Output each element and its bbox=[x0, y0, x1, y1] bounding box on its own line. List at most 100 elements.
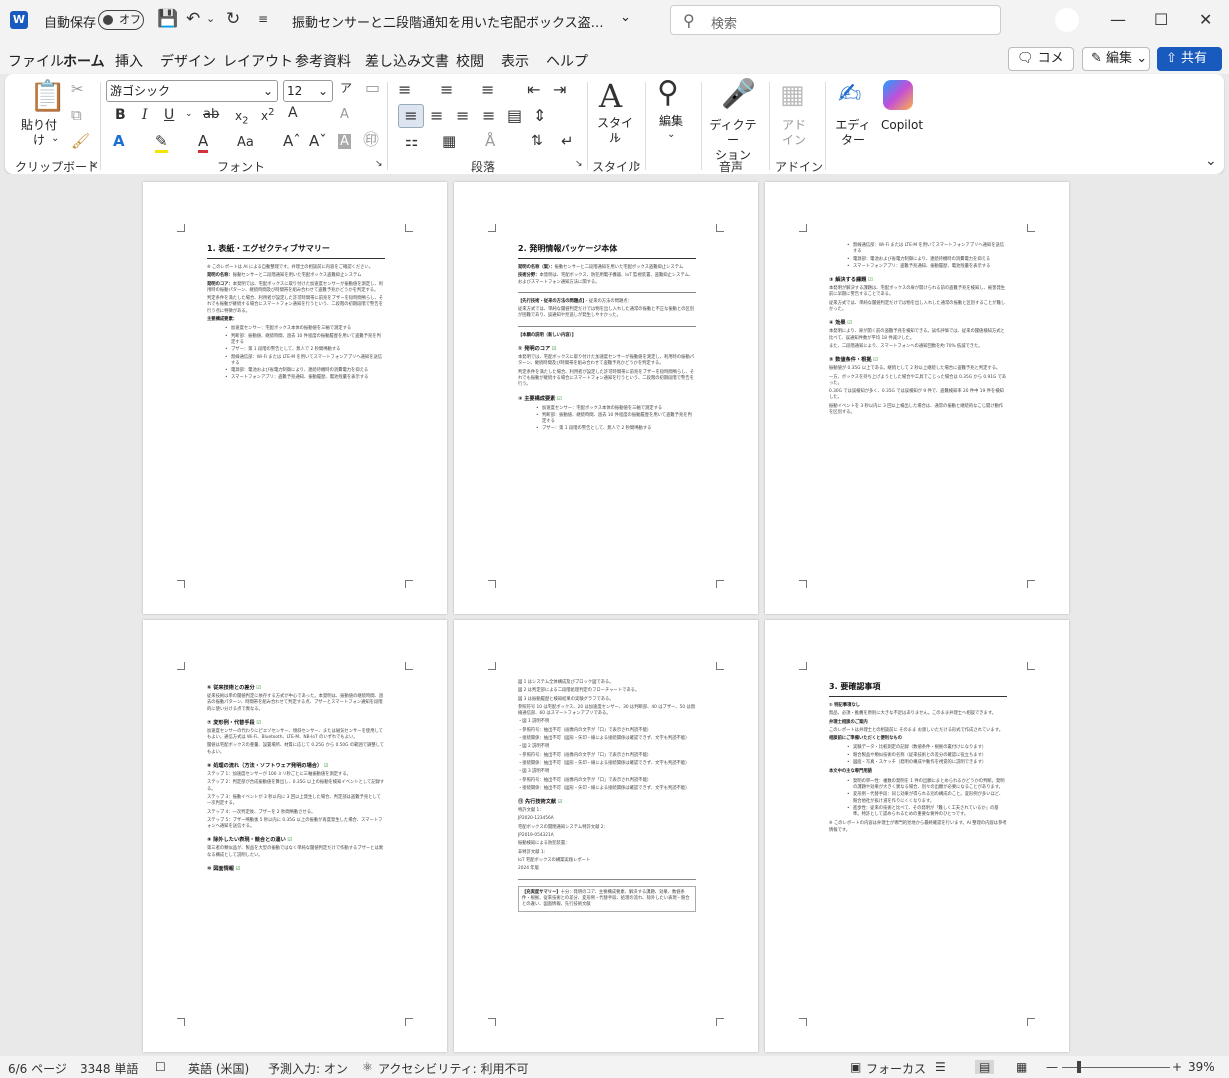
language-status[interactable]: 英語 (米国) bbox=[188, 1060, 249, 1077]
editing-label[interactable]: 編集 bbox=[651, 114, 691, 129]
web-layout-icon[interactable]: ▦ bbox=[1016, 1060, 1027, 1074]
format-painter-icon[interactable]: 🖌 bbox=[71, 134, 90, 149]
tab-home[interactable]: ホーム bbox=[63, 51, 105, 77]
case-icon[interactable]: Aa bbox=[237, 136, 254, 149]
tab-view[interactable]: 表示 bbox=[501, 51, 529, 71]
editor-label[interactable]: エディ ター bbox=[831, 118, 875, 148]
redo-icon[interactable]: ↻ bbox=[226, 10, 240, 28]
tab-review[interactable]: 校閲 bbox=[456, 51, 484, 71]
print-layout-icon[interactable]: ▤ bbox=[975, 1060, 995, 1074]
document-page[interactable]: 図 1 はシステム全体構成及びブロック図である。図 2 は判定部による二段階処理… bbox=[454, 620, 758, 1052]
font-launcher-icon[interactable]: ↘ bbox=[375, 160, 383, 169]
microphone-icon[interactable]: 🎤 bbox=[721, 80, 756, 108]
tab-file[interactable]: ファイル bbox=[8, 51, 64, 71]
change-case-icon[interactable]: A bbox=[340, 108, 349, 121]
text-effects-icon[interactable]: A bbox=[113, 134, 125, 149]
search-box[interactable]: ⚲ 検索 bbox=[670, 5, 1001, 35]
multilevel-list-icon[interactable]: ≡ bbox=[481, 82, 494, 98]
justify-icon[interactable]: ≡ bbox=[482, 108, 495, 124]
editing-dropdown-icon[interactable]: ⌄ bbox=[667, 130, 675, 140]
strikethrough-icon[interactable]: ab bbox=[203, 108, 219, 121]
paste-icon[interactable]: 📋 bbox=[29, 82, 66, 112]
undo-dropdown-icon[interactable]: ⌄ bbox=[206, 10, 215, 28]
shading-icon[interactable]: ⚏ bbox=[405, 134, 418, 149]
zoom-level[interactable]: 39% bbox=[1188, 1060, 1215, 1074]
ruby-icon[interactable]: ア bbox=[340, 82, 352, 94]
save-icon[interactable]: 💾 bbox=[157, 10, 178, 28]
document-page[interactable]: 2. 発明情報パッケージ本体 発明の名称（案）：振動センサーと二段階通知を用いた宅… bbox=[454, 182, 758, 614]
styles-icon[interactable]: A bbox=[599, 80, 622, 112]
addins-label[interactable]: アド イン bbox=[777, 118, 811, 148]
focus-button[interactable]: フォーカス bbox=[866, 1060, 926, 1077]
tab-design[interactable]: デザイン bbox=[160, 51, 216, 71]
text-prediction-status[interactable]: 予測入力: オン bbox=[268, 1060, 348, 1077]
document-canvas[interactable]: 1. 表紙・エグゼクティブサマリー ※ このレポートは AI による自動整理です。… bbox=[0, 174, 1229, 1056]
superscript-icon[interactable]: x2 bbox=[261, 108, 274, 123]
document-page[interactable]: 1. 表紙・エグゼクティブサマリー ※ このレポートは AI による自動整理です。… bbox=[143, 182, 447, 614]
align-left-icon[interactable]: ≡ bbox=[398, 104, 424, 128]
tab-references[interactable]: 参考資料 bbox=[295, 51, 351, 71]
styles-launcher-icon[interactable]: ↘ bbox=[633, 160, 641, 169]
increase-indent-icon[interactable]: ⇥ bbox=[553, 82, 566, 98]
grow-font-icon[interactable]: Aˆ bbox=[283, 134, 301, 149]
maximize-icon[interactable]: ☐ bbox=[1154, 10, 1168, 29]
shrink-font-icon[interactable]: Aˇ bbox=[309, 134, 327, 149]
numbering-icon[interactable]: ≡ bbox=[440, 82, 453, 98]
align-center-icon[interactable]: ≡ bbox=[430, 108, 443, 124]
font-color-icon[interactable]: A bbox=[198, 132, 209, 153]
bold-icon[interactable]: B bbox=[115, 108, 126, 122]
underline-dropdown-icon[interactable]: ⌄ bbox=[185, 110, 193, 119]
underline-icon[interactable]: U bbox=[164, 108, 174, 122]
zoom-out-icon[interactable]: — bbox=[1046, 1060, 1058, 1074]
enclose-char-icon[interactable]: ㊞ bbox=[363, 132, 379, 148]
edit-mode-button[interactable]: ✎ 編集 ⌄ bbox=[1082, 47, 1150, 71]
highlight-icon[interactable]: ✎ bbox=[155, 132, 168, 153]
paragraph-launcher-icon[interactable]: ↘ bbox=[575, 160, 583, 169]
sort-icon[interactable]: ⇅ bbox=[531, 134, 543, 148]
cut-icon[interactable]: ✂ bbox=[71, 82, 84, 97]
asian-layout-icon[interactable]: Å bbox=[485, 134, 495, 149]
styles-dropdown-icon[interactable]: ⌄ bbox=[612, 132, 620, 142]
avatar[interactable] bbox=[1055, 8, 1079, 32]
clipboard-launcher-icon[interactable]: ↘ bbox=[89, 160, 97, 169]
show-marks-icon[interactable]: ↵ bbox=[561, 134, 574, 149]
addins-icon[interactable]: ▦ bbox=[780, 82, 805, 108]
find-icon[interactable]: ⚲ bbox=[657, 78, 679, 108]
line-spacing-icon[interactable]: ⇕ bbox=[533, 108, 546, 124]
collapse-ribbon-icon[interactable]: ⌄ bbox=[1205, 154, 1217, 168]
paste-dropdown-icon[interactable]: ⌄ bbox=[51, 134, 59, 144]
decrease-indent-icon[interactable]: ⇤ bbox=[527, 82, 540, 98]
title-dropdown-icon[interactable]: ⌄ bbox=[620, 10, 631, 25]
minimize-icon[interactable]: — bbox=[1110, 10, 1126, 29]
subscript-icon[interactable]: x2 bbox=[235, 110, 248, 126]
copilot-label[interactable]: Copilot bbox=[875, 118, 929, 133]
read-mode-icon[interactable]: ☰ bbox=[935, 1060, 946, 1074]
share-button[interactable]: ⇧ 共有 ⌄ bbox=[1157, 47, 1222, 88]
accessibility-status[interactable]: アクセシビリティ: 利用不可 bbox=[378, 1060, 529, 1077]
proofing-icon[interactable]: ☐ bbox=[155, 1060, 166, 1074]
italic-icon[interactable]: I bbox=[142, 108, 148, 122]
document-page[interactable]: 3. 要確認事項 ① 特記事項なし 無品、必須・推薦を原則に大きな不足はありません。… bbox=[765, 620, 1069, 1052]
borders-icon[interactable]: ▦ bbox=[442, 134, 456, 149]
font-grow-icon[interactable]: A bbox=[288, 106, 298, 120]
autosave-toggle[interactable]: オフ bbox=[98, 10, 144, 30]
customize-quick-access-icon[interactable]: ≡ bbox=[258, 10, 268, 28]
page-count[interactable]: 6/6 ページ bbox=[8, 1060, 67, 1077]
tab-help[interactable]: ヘルプ bbox=[546, 51, 588, 71]
editor-icon[interactable]: ✍ bbox=[838, 80, 861, 108]
document-page[interactable]: ⑥ 従来技術との差分 ☑ 従来技術は単の閾値判定に依存する方式が中心であった。本発… bbox=[143, 620, 447, 1052]
bullets-icon[interactable]: ≡ bbox=[398, 82, 411, 98]
copilot-icon[interactable] bbox=[883, 80, 913, 110]
document-page[interactable]: 無線通信部：Wi-Fi または LTE-M を用いてスマートフォンアプリへ通知を… bbox=[765, 182, 1069, 614]
tab-insert[interactable]: 挿入 bbox=[115, 51, 143, 71]
comment-button[interactable]: 🗨 コメント bbox=[1008, 47, 1074, 88]
dictate-label[interactable]: ディクテー ション bbox=[705, 118, 761, 163]
distributed-icon[interactable]: ▤ bbox=[507, 108, 522, 124]
zoom-slider-thumb[interactable] bbox=[1077, 1061, 1081, 1073]
word-count[interactable]: 3348 単語 bbox=[80, 1060, 138, 1077]
undo-icon[interactable]: ↶ bbox=[186, 10, 200, 28]
clear-formatting-icon[interactable]: ▭ bbox=[365, 80, 380, 96]
tab-mailings[interactable]: 差し込み文書 bbox=[365, 51, 449, 71]
font-name-combo[interactable]: 游ゴシック ⌄ bbox=[106, 80, 278, 102]
tab-layout[interactable]: レイアウト bbox=[223, 51, 293, 71]
